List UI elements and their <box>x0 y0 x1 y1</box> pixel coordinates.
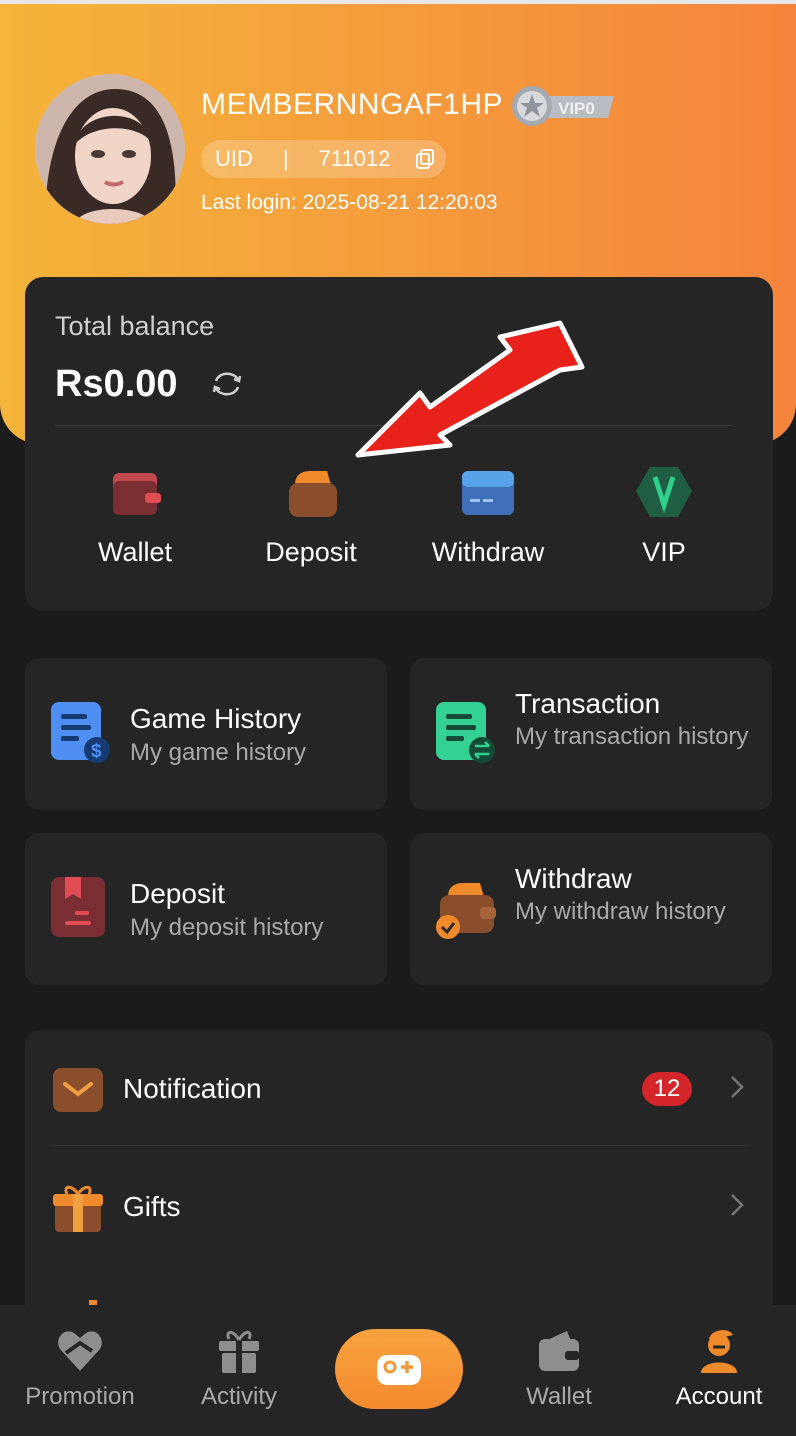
game-history-title: Game History <box>130 703 302 734</box>
deposit-history-tile[interactable]: Deposit My deposit history <box>25 833 387 985</box>
copy-icon[interactable] <box>414 148 436 170</box>
avatar[interactable] <box>35 74 185 224</box>
uid-separator: | <box>282 146 289 171</box>
game-history-icon: $ <box>51 702 110 763</box>
wallet-icon <box>113 473 161 515</box>
row-divider <box>49 1145 751 1146</box>
withdraw-action-label: Withdraw <box>431 537 545 567</box>
nav-promotion[interactable]: Promotion <box>0 1327 160 1411</box>
deposit-action-label: Deposit <box>265 537 357 567</box>
transaction-icon <box>436 702 495 763</box>
uid-pill[interactable]: UID | 711012 <box>201 140 446 178</box>
activity-icon <box>219 1330 259 1373</box>
mail-icon <box>53 1068 103 1112</box>
vip-icon <box>636 467 692 517</box>
nav-wallet[interactable]: Wallet <box>479 1327 639 1411</box>
uid-value: 711012 <box>318 146 391 171</box>
nav-promotion-label: Promotion <box>25 1383 135 1410</box>
withdraw-history-subtitle: My withdraw history <box>515 898 726 925</box>
total-balance-label: Total balance <box>55 311 215 341</box>
vip-level-badge: VIP0 <box>510 84 616 128</box>
vip-badge-text: VIP0 <box>558 99 595 118</box>
withdraw-card-icon <box>462 471 514 515</box>
transaction-tile[interactable]: Transaction My transaction history <box>410 658 772 810</box>
wallet-action-label: Wallet <box>97 537 172 567</box>
bottom-navigation: Promotion Activity Wallet Account <box>0 1305 796 1436</box>
transaction-title: Transaction <box>515 688 661 719</box>
vip-action[interactable]: VIP <box>579 463 749 568</box>
nav-account[interactable]: Account <box>639 1327 796 1411</box>
withdraw-history-tile[interactable]: Withdraw My withdraw history <box>410 833 772 985</box>
chevron-right-icon <box>731 1194 744 1216</box>
gift-icon <box>53 1185 103 1232</box>
annotation-arrow <box>355 320 585 458</box>
last-login: Last login: 2025-08-21 12:20:03 <box>201 191 498 214</box>
withdraw-action[interactable]: Withdraw <box>403 463 573 568</box>
notification-label: Notification <box>123 1073 262 1104</box>
withdraw-history-icon <box>436 883 496 939</box>
promotion-icon <box>58 1331 102 1371</box>
wallet-action[interactable]: Wallet <box>50 463 220 568</box>
game-history-subtitle: My game history <box>130 739 307 766</box>
nav-account-label: Account <box>675 1383 763 1410</box>
chevron-right-icon <box>731 1076 744 1098</box>
nav-activity[interactable]: Activity <box>159 1327 319 1411</box>
wallet-icon <box>539 1331 579 1371</box>
nav-wallet-label: Wallet <box>526 1383 592 1410</box>
refresh-icon[interactable] <box>210 367 244 401</box>
settings-list: Notification 12 Gifts <box>25 1030 773 1330</box>
gifts-label: Gifts <box>123 1191 181 1222</box>
deposit-action[interactable]: Deposit <box>226 463 396 568</box>
transaction-subtitle: My transaction history <box>515 723 749 750</box>
gifts-row[interactable]: Gifts <box>25 1148 773 1266</box>
account-icon <box>701 1330 737 1373</box>
username: MEMBERNNGAF1HP <box>201 88 504 121</box>
game-history-tile[interactable]: $ Game History My game history <box>25 658 387 810</box>
deposit-history-subtitle: My deposit history <box>130 914 324 941</box>
vip-action-label: VIP <box>642 537 686 567</box>
deposit-history-title: Deposit <box>130 878 225 909</box>
deposit-icon <box>289 471 337 517</box>
withdraw-history-title: Withdraw <box>515 863 632 894</box>
balance-amount: Rs0.00 <box>55 363 178 405</box>
gamepad-icon <box>377 1355 421 1385</box>
notification-row[interactable]: Notification 12 <box>25 1030 773 1148</box>
nav-games-button[interactable] <box>335 1329 463 1409</box>
uid-label: UID <box>215 146 253 171</box>
deposit-history-icon <box>51 877 105 937</box>
svg-text:$: $ <box>91 741 102 762</box>
notification-count-badge: 12 <box>642 1072 692 1106</box>
nav-activity-label: Activity <box>200 1383 277 1410</box>
